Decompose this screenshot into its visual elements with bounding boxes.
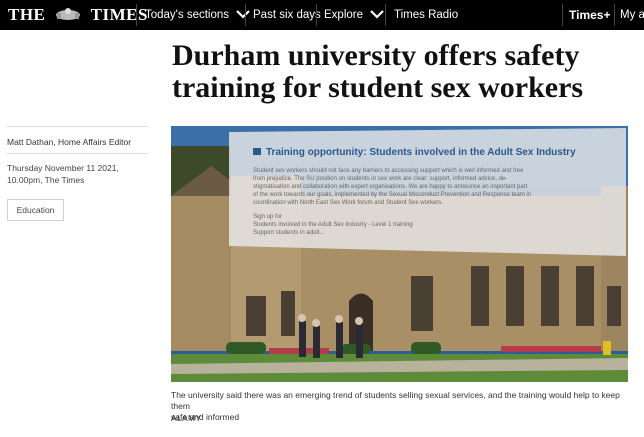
nav-past-six-days[interactable]: Past six days: [253, 0, 321, 30]
byline-divider: [7, 153, 148, 154]
headline-line-1: Durham university offers safety: [172, 39, 580, 72]
royal-crest-icon: [53, 6, 83, 26]
caption-line-1: The university said there was an emergin…: [171, 390, 620, 411]
times-plus-link[interactable]: Times+: [569, 0, 610, 30]
photo-caption: The university said there was an emergin…: [171, 390, 631, 423]
nav-divider: [136, 4, 137, 26]
overlay-body-line: Student sex workers should not face any …: [253, 168, 524, 174]
chevron-down-icon: [235, 9, 251, 22]
overlay-signup-line: Sign up for: [253, 214, 282, 220]
nav-divider: [316, 4, 317, 26]
nav-divider: [385, 4, 386, 26]
nav-times-radio[interactable]: Times Radio: [394, 0, 458, 30]
logo-text-times: TIMES: [90, 5, 148, 24]
nav-times-radio-label: Times Radio: [394, 9, 459, 21]
overlay-body-line: stigmatisation and collaboration with ex…: [253, 184, 528, 190]
my-account-label: My a: [620, 9, 644, 21]
byline-divider: [7, 126, 148, 127]
publish-date-line-1: Thursday November 11 2021,: [7, 163, 119, 173]
logo-text-the: THE: [8, 5, 46, 24]
nav-divider: [562, 4, 563, 26]
topic-tag-education[interactable]: Education: [7, 199, 64, 221]
overlay-title: Training opportunity: Students involved …: [266, 147, 576, 158]
headline-line-2: training for student sex workers: [172, 71, 584, 104]
nav-divider: [245, 4, 246, 26]
nav-explore-label: Explore: [324, 9, 363, 21]
top-navigation-bar: THE TIMES Today's sections Past six days…: [0, 0, 644, 30]
nav-todays-sections[interactable]: Today's sections: [145, 0, 251, 30]
author-byline[interactable]: Matt Dathan, Home Affairs Editor: [7, 137, 131, 147]
times-plus-label: Times+: [569, 8, 611, 22]
photo-credit: ALAMY: [171, 413, 202, 423]
article-headline: Durham university offers safety training…: [172, 40, 632, 104]
nav-divider: [614, 4, 615, 26]
overlay-body-line: from prejudice. The SU position on stude…: [253, 176, 507, 182]
nav-past-six-days-label: Past six days: [253, 9, 321, 21]
the-times-logo[interactable]: THE TIMES: [8, 5, 148, 26]
chevron-down-icon: [369, 9, 385, 22]
overlay-body-line: of the work towards our goals, implement…: [253, 192, 531, 198]
overlay-signup-line: Support students in adult...: [253, 230, 325, 236]
overlay-signup-line: Students involved in the Adult Sex Indus…: [253, 222, 413, 228]
nav-todays-sections-label: Today's sections: [145, 9, 230, 21]
publish-date: Thursday November 11 2021, 10.00pm, The …: [7, 162, 147, 186]
publish-date-line-2: 10.00pm, The Times: [7, 175, 85, 185]
nav-explore[interactable]: Explore: [324, 0, 385, 30]
my-account-link[interactable]: My a: [620, 0, 644, 30]
article-photo: Training opportunity: Students involved …: [171, 126, 628, 382]
overlay-body-line: coordination with North East Sex Work fo…: [253, 200, 443, 206]
